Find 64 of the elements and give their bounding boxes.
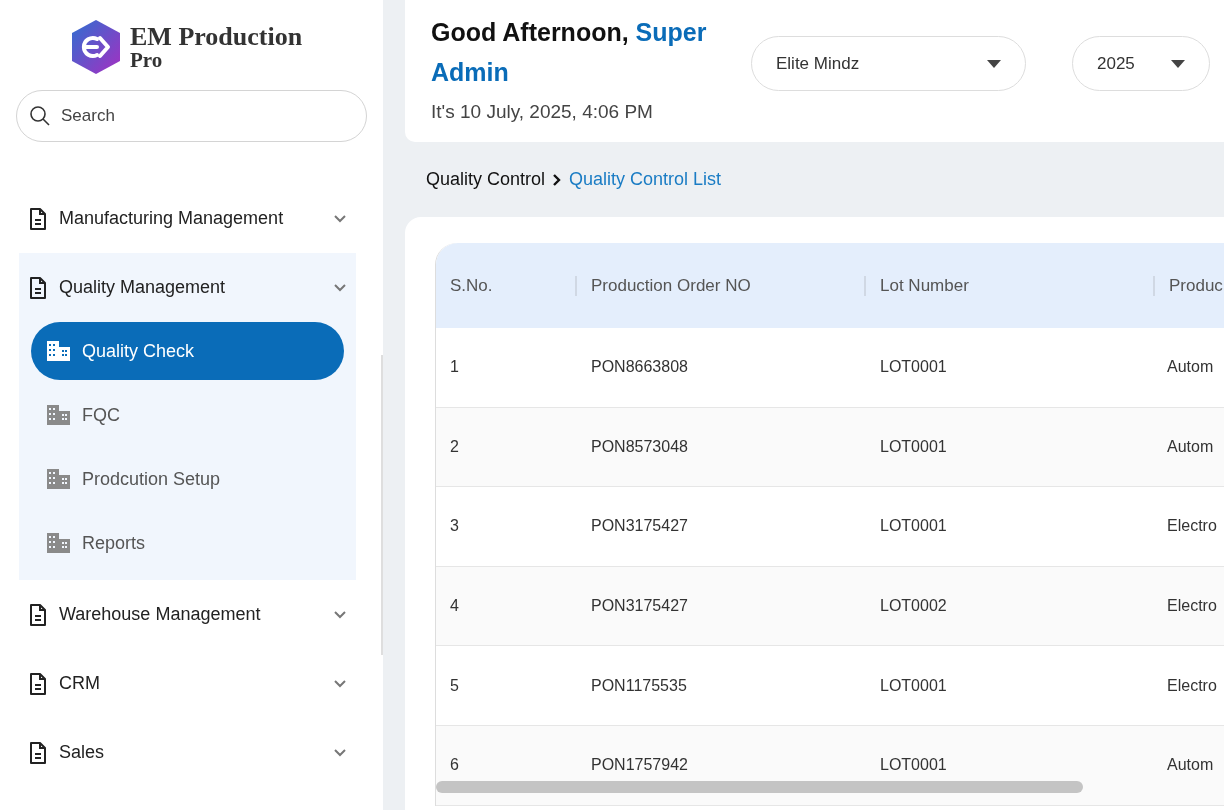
document-icon [29,276,47,299]
table-cell: PON3175427 [591,597,688,615]
table-cell: 6 [450,756,459,774]
table-cell: LOT0001 [880,358,947,376]
chevron-icon [334,214,346,223]
caret-icon [1171,59,1185,68]
nav-item[interactable]: Sales [19,718,356,787]
table-cell: Electro [1167,676,1217,694]
brand-name: EM Production [130,23,303,50]
submenu-item[interactable]: Reports [31,514,344,572]
table-cell: 3 [450,517,459,535]
table-cell: Autom [1167,437,1214,455]
table-cell: 4 [450,597,459,615]
table-cell: Autom [1167,756,1214,774]
document-icon [29,672,47,695]
column-header: S.No. [449,274,493,297]
building-icon [47,533,70,553]
table-cell: Autom [1167,358,1214,376]
column-header: Lot Number [879,274,969,297]
table-cell: PON8573048 [591,437,688,455]
table-cell: 1 [450,358,459,376]
table-cell: 5 [450,676,459,694]
nav-item[interactable]: Manufacturing Management [19,184,356,253]
column-header: Production Order NO [590,274,751,297]
document-icon [29,603,47,626]
table-cell: LOT0001 [880,676,947,694]
greeting-text: Good Afternoon, Super Admin [431,17,708,88]
caret-icon [987,59,1001,68]
table-cell: Electro [1167,517,1217,535]
table-cell: LOT0001 [880,756,947,774]
document-icon [29,741,47,764]
submenu-item[interactable]: Prodcution Setup [31,450,344,508]
breadcrumb-link[interactable]: Quality Control [426,166,546,193]
scrollbar-thumb[interactable] [436,781,1083,793]
building-icon [47,405,70,425]
building-icon [47,469,70,489]
chevron-icon [334,610,346,619]
chevron-icon [334,748,346,757]
breadcrumb-current: Quality Control List [569,168,722,191]
nav-item[interactable]: CRM [19,649,356,718]
brand-edition: Pro [130,49,164,71]
search-field[interactable]: Search [16,90,367,142]
table-cell: Electro [1167,597,1217,615]
table-cell: LOT0001 [880,517,947,535]
nav-item[interactable]: Warehouse Management [19,580,356,649]
table-cell: PON3175427 [591,517,688,535]
chevron-icon [334,283,346,292]
table-cell: PON1757942 [591,756,688,774]
table-cell: LOT0002 [880,597,947,615]
logo-icon [70,18,122,76]
column-header: Produc [1168,274,1223,297]
chevron-icon [334,679,346,688]
nav-item[interactable]: Quality Management [19,253,356,322]
table-cell: LOT0001 [880,437,947,455]
chevron-right-icon [553,173,562,186]
document-icon [29,207,47,230]
building-icon [47,341,70,361]
date-text: It's 10 July, 2025, 4:06 PM [431,100,654,124]
table-cell: PON1175535 [591,676,687,694]
table-cell: 2 [450,437,459,455]
table-cell: PON8663808 [591,358,688,376]
search-icon [29,105,51,127]
submenu-item[interactable]: FQC [31,386,344,444]
submenu-item[interactable]: Quality Check [31,322,344,380]
